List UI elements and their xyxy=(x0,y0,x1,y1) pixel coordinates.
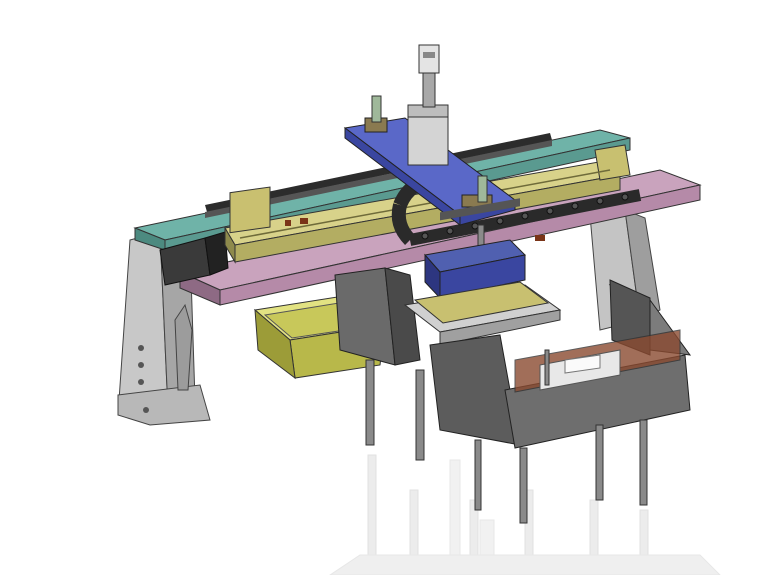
assembly-drawing xyxy=(117,44,721,575)
cad-viewport[interactable] xyxy=(0,0,778,575)
pneumatic-cylinder xyxy=(407,44,449,166)
middle-dark-box xyxy=(334,267,421,366)
